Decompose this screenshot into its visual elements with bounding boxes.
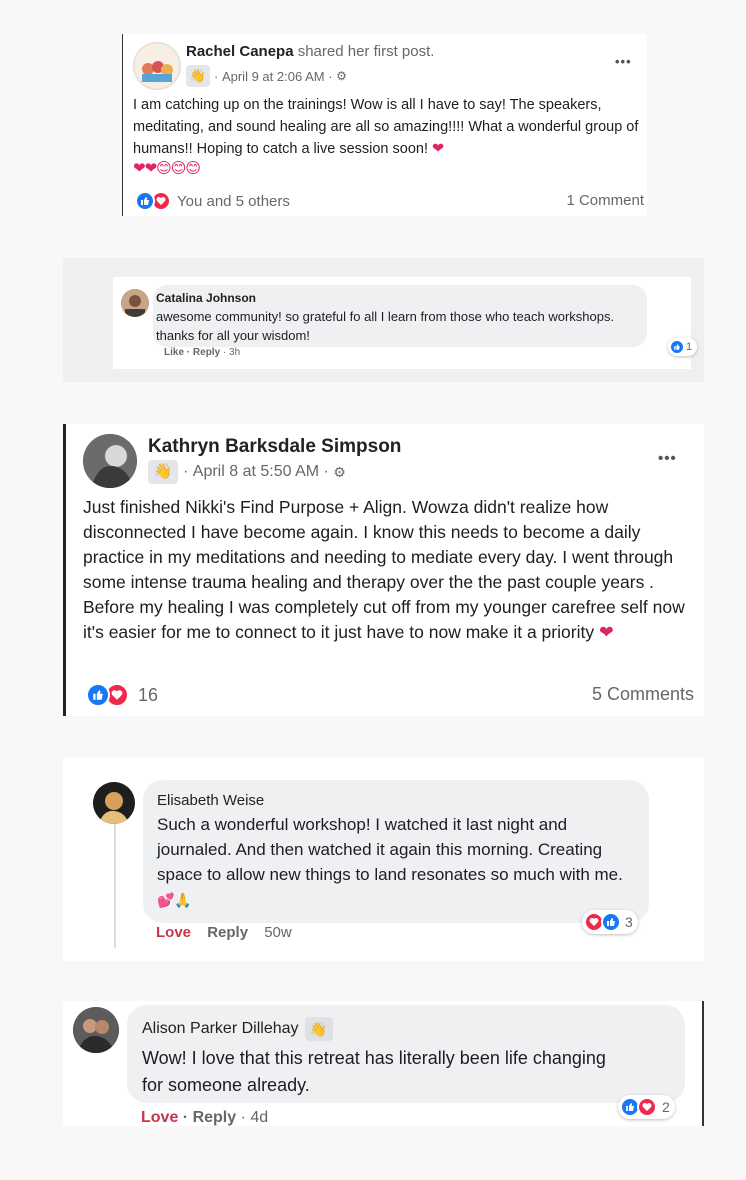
post-text: I am catching up on the trainings! Wow i…: [133, 97, 639, 157]
comment-time[interactable]: 3h: [229, 347, 240, 358]
comment-card-elisabeth: Elisabeth Weise Such a wonderful worksho…: [63, 758, 704, 961]
like-icon: [135, 191, 155, 211]
comments-count[interactable]: 1 Comment: [566, 192, 644, 209]
avatar[interactable]: [93, 782, 135, 824]
reply-button[interactable]: Reply: [193, 1109, 237, 1126]
reaction-count: 2: [662, 1099, 670, 1115]
avatar[interactable]: [121, 289, 149, 317]
comment-bubble: Catalina Johnson awesome community! so g…: [153, 285, 647, 347]
like-icon: [86, 683, 110, 707]
reaction-count: 16: [138, 684, 159, 705]
post-emojis: ❤❤😊😊😊: [133, 160, 201, 177]
author-name[interactable]: Kathryn Barksdale Simpson: [148, 436, 401, 458]
post-text: Just finished Nikki's Find Purpose + Ali…: [83, 497, 685, 642]
more-options-icon[interactable]: •••: [658, 450, 677, 467]
avatar-image: [73, 1007, 119, 1053]
avatar-image: [83, 434, 137, 488]
reply-button[interactable]: Reply: [207, 924, 248, 941]
like-icon: [670, 340, 684, 354]
post-date[interactable]: April 9 at 2:06 AM: [222, 69, 325, 84]
comment-emojis: 💕🙏: [157, 892, 192, 908]
avatar-image: [121, 289, 149, 317]
reaction-count: 3: [625, 914, 633, 930]
wave-icon[interactable]: 👋: [148, 460, 178, 484]
comments-count[interactable]: 5 Comments: [592, 684, 694, 705]
comment-panel: Catalina Johnson awesome community! so g…: [113, 277, 698, 369]
comment-text: Such a wonderful workshop! I watched it …: [157, 815, 623, 908]
comment-author[interactable]: Alison Parker Dillehay: [142, 1020, 299, 1038]
comment-card-alison: Alison Parker Dillehay 👋 Wow! I love tha…: [63, 1001, 704, 1126]
reactions-text: You and 5 others: [177, 192, 290, 210]
wave-icon[interactable]: 👋: [304, 1017, 333, 1041]
comment-text: awesome community! so grateful fo all I …: [156, 309, 615, 343]
comment-reactions[interactable]: 3: [582, 910, 638, 934]
avatar[interactable]: [133, 42, 181, 90]
comment-reactions[interactable]: 1: [668, 338, 698, 356]
post-card-kathryn: Kathryn Barksdale Simpson 👋 · April 8 at…: [63, 424, 704, 716]
love-button[interactable]: Love: [156, 924, 191, 941]
author-name[interactable]: Rachel Canepa: [186, 43, 294, 60]
more-options-icon[interactable]: •••: [615, 54, 632, 69]
comment-bubble: Alison Parker Dillehay 👋 Wow! I love tha…: [127, 1005, 685, 1103]
love-icon: [637, 1097, 657, 1117]
comment-reactions[interactable]: 2: [618, 1095, 675, 1119]
heart-emoji: ❤: [598, 622, 614, 642]
avatar[interactable]: [83, 434, 137, 488]
avatar-image: [135, 44, 179, 88]
reaction-summary[interactable]: You and 5 others: [135, 191, 290, 211]
avatar-image: [93, 782, 135, 824]
reply-button[interactable]: Reply: [193, 347, 220, 358]
comment-time[interactable]: 4d: [250, 1109, 268, 1126]
thread-line: [114, 808, 116, 948]
comment-author[interactable]: Elisabeth Weise: [157, 792, 264, 809]
reaction-count: 1: [686, 341, 693, 353]
group-icon: ⚙: [333, 463, 346, 480]
heart-emoji: ❤: [432, 141, 445, 157]
post-card-rachel: Rachel Canepa shared her first post. 👋 ·…: [122, 34, 647, 216]
post-action: shared her first post.: [297, 43, 435, 60]
comment-author[interactable]: Catalina Johnson: [156, 291, 256, 305]
wave-icon[interactable]: 👋: [186, 65, 210, 87]
comment-time[interactable]: 50w: [264, 924, 292, 941]
comment-card-catalina: Catalina Johnson awesome community! so g…: [63, 258, 704, 382]
like-icon: [601, 912, 621, 932]
reaction-summary[interactable]: 16: [86, 683, 158, 707]
post-date[interactable]: April 8 at 5:50 AM: [193, 463, 319, 481]
love-button[interactable]: Love: [141, 1109, 178, 1126]
comment-bubble: Elisabeth Weise Such a wonderful worksho…: [143, 780, 649, 923]
like-button[interactable]: Like: [164, 347, 184, 358]
avatar[interactable]: [73, 1007, 119, 1053]
group-icon: ⚙: [336, 69, 347, 83]
comment-text: Wow! I love that this retreat has litera…: [142, 1048, 606, 1095]
